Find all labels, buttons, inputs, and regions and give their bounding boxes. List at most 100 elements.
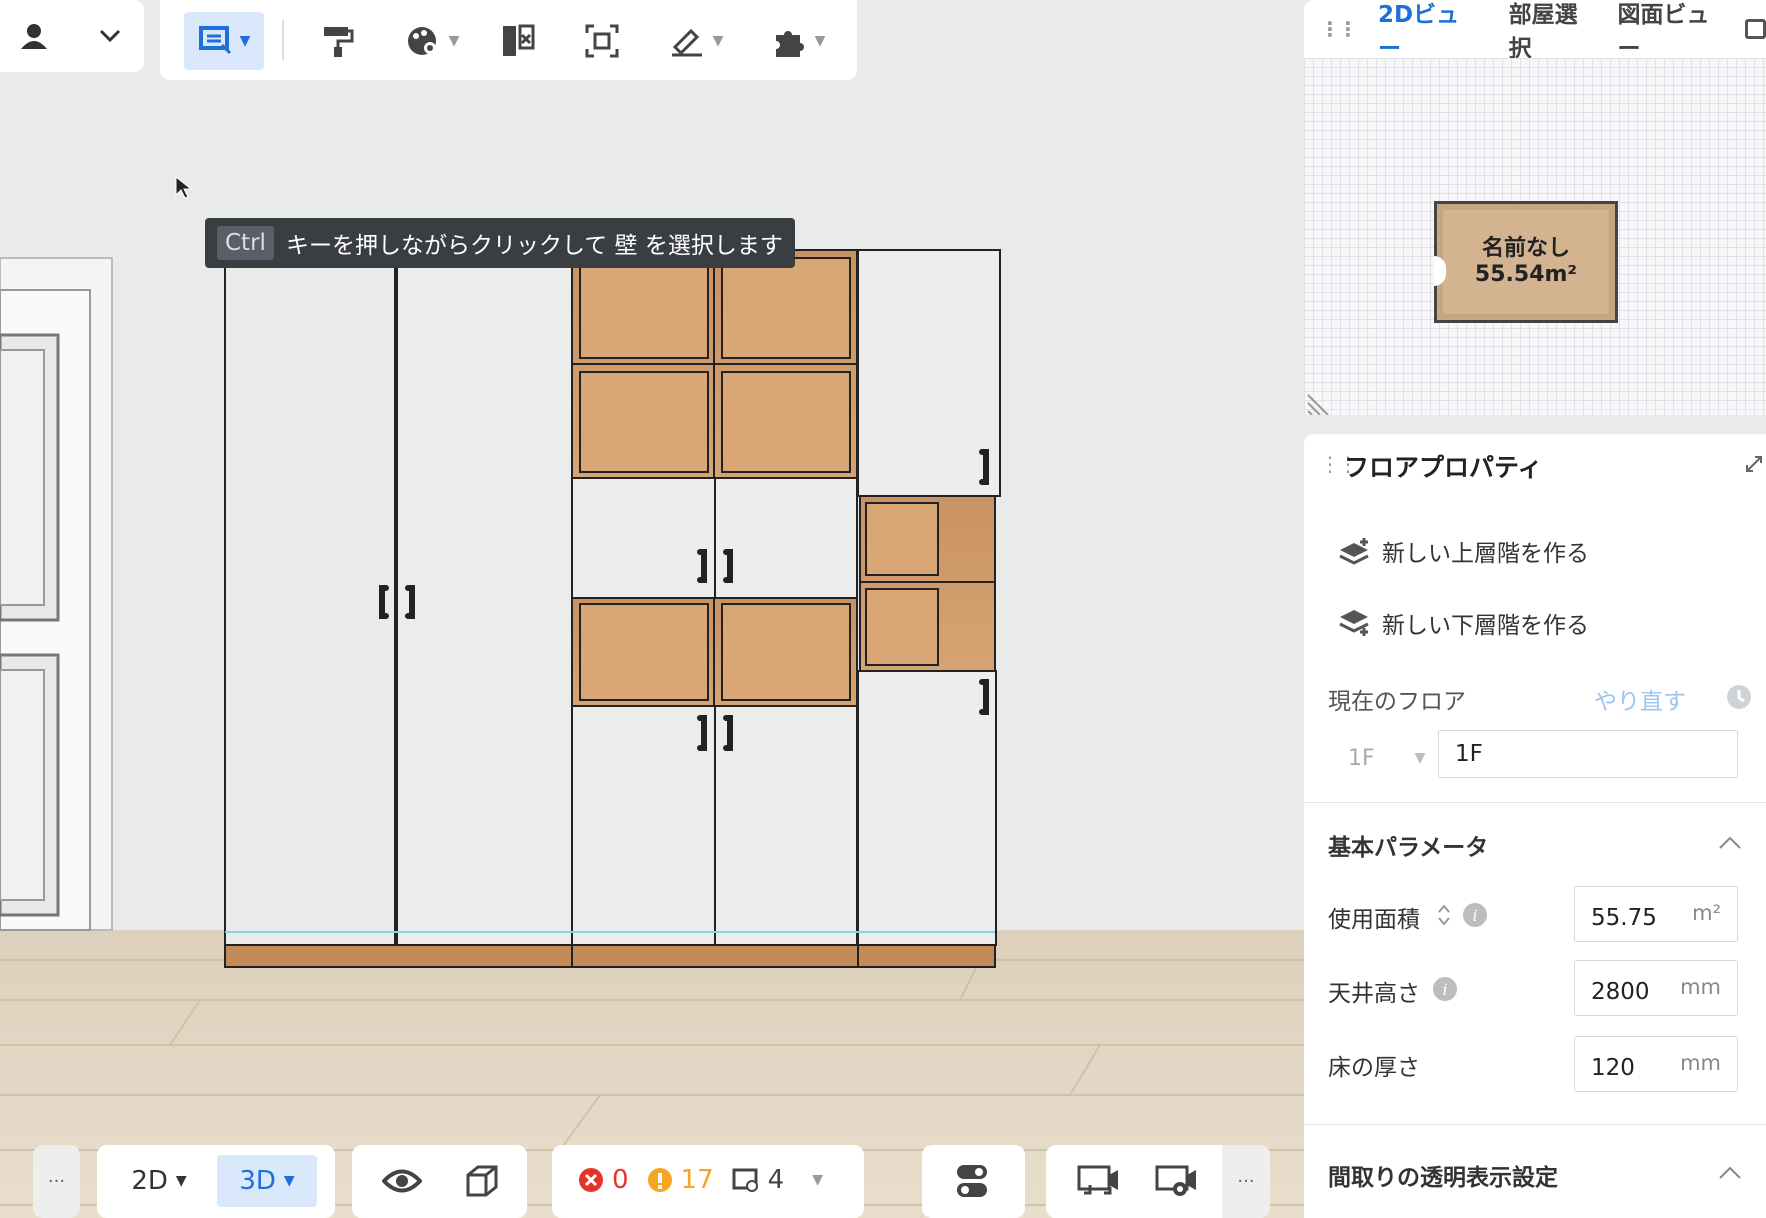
minimap-panel[interactable]: ⋮⋮ 2Dビュー 部屋選択 図面ビュー 名前なし 55.54m² [1304, 0, 1766, 415]
frame-select-button[interactable] [574, 14, 630, 68]
error-count: 0 [612, 1165, 629, 1195]
camera-more-button[interactable]: ··· [1222, 1145, 1270, 1218]
info-icon[interactable]: i [1432, 976, 1458, 1002]
cabinet[interactable] [224, 249, 1001, 968]
drag-handle-icon[interactable]: ⋮⋮ [1320, 17, 1358, 41]
create-upper-floor-button[interactable]: 新しい上層階を作る [1338, 534, 1589, 568]
floor-properties-panel: ⋮⋮ フロアプロパティ 新しい上層階を作る 新しい下層階を作る 現在のフロア や… [1304, 434, 1766, 1218]
floor-thickness-label: 床の厚さ [1328, 1055, 1420, 1081]
view-mode-panel: 2D ▼ 3D ▼ [97, 1145, 335, 1218]
user-panel[interactable] [0, 0, 144, 72]
create-lower-floor-label: 新しい下層階を作る [1382, 613, 1589, 639]
minimap-room[interactable]: 名前なし 55.54m² [1434, 201, 1618, 323]
warning-icon [647, 1168, 672, 1192]
visibility-button[interactable] [372, 1155, 432, 1207]
top-toolbar: ▼ ▼ ▼ ▼ [160, 0, 857, 80]
floor-thickness-input[interactable]: 120 mm [1574, 1036, 1738, 1092]
door[interactable] [0, 257, 113, 931]
item-count: 4 [767, 1165, 785, 1195]
add-lower-layer-icon [1339, 610, 1369, 636]
camera-settings-button[interactable] [1146, 1155, 1206, 1207]
chevron-up-icon[interactable] [1718, 834, 1742, 850]
frame-select-icon [585, 24, 619, 58]
ceiling-height-unit: mm [1680, 975, 1721, 999]
floor-thickness-value: 120 [1591, 1055, 1635, 1081]
settings-toggle-button[interactable] [942, 1155, 1002, 1207]
editor-viewport[interactable]: Ctrl キーを押しながらクリックして 壁 を選択します ▼ ▼ ▼ ▼ ⋮⋮ … [0, 0, 1766, 1218]
cube-icon [466, 1165, 498, 1197]
view-3d-button[interactable]: 3D ▼ [217, 1155, 317, 1207]
error-icon [579, 1168, 603, 1192]
create-lower-floor-button[interactable]: 新しい下層階を作る [1338, 606, 1589, 640]
chevron-down-icon[interactable] [90, 16, 130, 56]
area-input[interactable]: 55.75 m² [1574, 886, 1738, 942]
material-palette-button[interactable]: ▼ [392, 14, 472, 68]
transparency-title[interactable]: 間取りの透明表示設定 [1328, 1158, 1558, 1192]
level-tool-icon [671, 28, 702, 57]
minimap-tabs: ⋮⋮ 2Dビュー 部屋選択 図面ビュー [1304, 0, 1766, 62]
basic-params-title[interactable]: 基本パラメータ [1328, 828, 1488, 862]
paint-roller-button[interactable] [310, 14, 366, 68]
minimap-room-area: 55.54m² [1474, 262, 1578, 287]
redo-button[interactable]: やり直す [1594, 682, 1686, 716]
resize-grip-icon[interactable] [1304, 385, 1334, 415]
floor-name-input[interactable]: 1F [1438, 730, 1738, 778]
paint-roller-icon [324, 27, 354, 57]
divider [1304, 802, 1766, 803]
area-unit: m² [1692, 901, 1721, 925]
bottom-more-button[interactable]: ··· [33, 1145, 80, 1218]
material-palette-icon [407, 27, 436, 55]
add-upper-layer-icon [1339, 538, 1369, 565]
selection-hint-tooltip: Ctrl キーを押しながらクリックして 壁 を選択します [205, 218, 795, 268]
floor-select[interactable]: 1F ▼ [1348, 734, 1448, 782]
tab-drawing-view[interactable]: 図面ビュー [1617, 0, 1728, 63]
split-wall-icon [503, 24, 535, 56]
warning-count: 17 [680, 1165, 714, 1195]
select-tool-icon [198, 26, 231, 55]
current-floor-label: 現在のフロア [1328, 689, 1466, 715]
area-value: 55.75 [1591, 905, 1657, 931]
toggle-panel [922, 1145, 1025, 1218]
level-tool-button[interactable]: ▼ [656, 14, 736, 68]
more-label: ··· [47, 1171, 66, 1192]
ceiling-height-label: 天井高さ [1328, 981, 1420, 1007]
camera-fit-icon [1077, 1165, 1118, 1195]
ceiling-height-input[interactable]: 2800 mm [1574, 960, 1738, 1016]
select-tool-button[interactable]: ▼ [184, 12, 264, 70]
tab-2d-view[interactable]: 2Dビュー [1378, 0, 1479, 63]
object-view-button[interactable] [452, 1155, 512, 1207]
svg-text:i: i [1442, 980, 1447, 999]
history-icon[interactable] [1726, 684, 1752, 710]
floor-thickness-unit: mm [1680, 1051, 1721, 1075]
status-panel[interactable]: 0 17 4 ▼ [552, 1145, 864, 1218]
expand-icon[interactable] [1744, 454, 1764, 474]
ceiling-height-value: 2800 [1591, 979, 1650, 1005]
view-2d-label: 2D [131, 1166, 168, 1196]
display-panel [352, 1145, 527, 1218]
info-icon[interactable]: i [1462, 902, 1488, 928]
view-3d-label: 3D [239, 1166, 276, 1196]
view-2d-button[interactable]: 2D ▼ [115, 1155, 203, 1207]
divider [1304, 1124, 1766, 1125]
tab-room-select[interactable]: 部屋選択 [1509, 0, 1598, 63]
toggle-icon [957, 1165, 987, 1197]
panel-title: フロアプロパティ [1344, 453, 1543, 482]
floor-name-value: 1F [1455, 741, 1483, 767]
floor-select-value: 1F [1348, 745, 1375, 771]
area-label: 使用面積 [1328, 907, 1420, 933]
plugin-button[interactable]: ▼ [758, 14, 838, 68]
camera-settings-icon [1155, 1165, 1196, 1196]
sort-icon[interactable] [1436, 902, 1452, 928]
user-icon[interactable] [14, 16, 54, 56]
ctrl-key-badge: Ctrl [217, 226, 274, 260]
hint-text: キーを押しながらクリックして 壁 を選択します [285, 233, 783, 259]
minimap-grid[interactable]: 名前なし 55.54m² [1304, 58, 1766, 415]
plugin-icon [775, 31, 804, 57]
camera-fit-button[interactable] [1068, 1155, 1128, 1207]
camera-panel: ··· [1046, 1145, 1270, 1218]
minimap-room-name: 名前なし [1481, 236, 1570, 261]
chevron-up-icon[interactable] [1718, 1164, 1742, 1180]
more-label: ··· [1237, 1171, 1255, 1192]
window-icon[interactable] [1744, 19, 1766, 39]
split-wall-button[interactable] [490, 14, 546, 68]
